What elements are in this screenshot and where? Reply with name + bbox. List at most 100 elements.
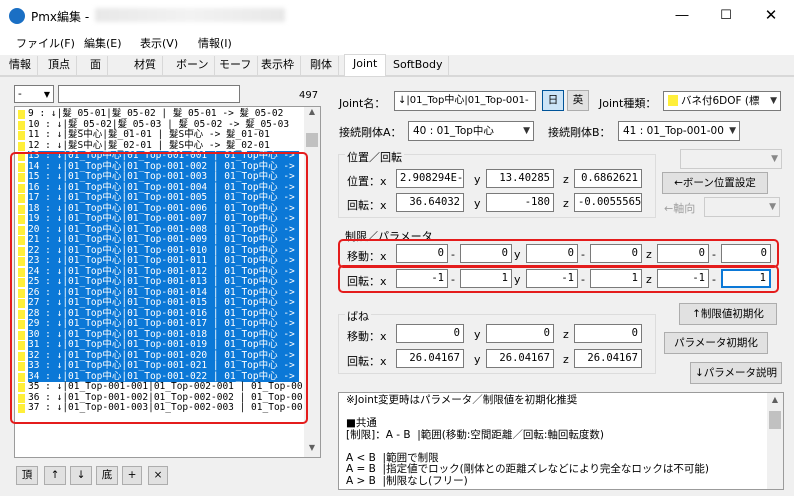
joint-name-input[interactable]: ↓|01_Top中心|01_Top-001- — [394, 91, 536, 111]
spring-rot-y-label: y — [474, 353, 481, 366]
rotation-x-input[interactable]: 36.64032 — [396, 193, 464, 212]
info-text: ※Joint変更時はパラメータ／制限値を初期化推奨 ■共通 [制限]：A - B |… — [346, 394, 709, 487]
list-up-button[interactable]: ↑ — [44, 466, 66, 485]
position-y-input[interactable]: 13.40285 — [486, 169, 554, 188]
list-item[interactable]: 11 : ↓|髮S中心|髮_01-01 | 髮S中心 -> 髮_01-01 — [15, 129, 305, 141]
joint-type-swatch — [668, 95, 678, 106]
spring-rot-z-input[interactable]: 26.04167 — [574, 349, 642, 368]
tab-morph[interactable]: モーフ — [213, 56, 259, 75]
move-z-dash: - — [712, 248, 716, 261]
info-line — [346, 441, 709, 453]
rot-y-max-input[interactable]: 1 — [590, 269, 642, 288]
joint-type-swatch — [18, 141, 25, 151]
scroll-down-icon[interactable]: ▼ — [304, 443, 320, 457]
joint-type-label: Joint種類： — [599, 97, 657, 110]
reset-params-button[interactable]: パラメータ初期化 — [664, 332, 768, 354]
info-line: [制限]：A - B |範囲(移動:空間距離／回転:軸回転度数) — [346, 428, 605, 441]
joint-type-swatch — [18, 120, 25, 130]
rot-x-max-input[interactable]: 1 — [460, 269, 512, 288]
scroll-thumb[interactable] — [306, 133, 318, 147]
spring-rot-y-input[interactable]: 26.04167 — [486, 349, 554, 368]
param-help-button[interactable]: ↓パラメータ説明 — [690, 362, 782, 384]
move-y-label: y — [514, 248, 521, 261]
tab-material[interactable]: 材質 — [128, 56, 163, 75]
list-bottom-button[interactable]: 底 — [96, 466, 118, 485]
joint-type-swatch — [18, 110, 25, 119]
rot-z-max-input[interactable]: 1 — [721, 269, 771, 288]
move-x-min-input[interactable]: 0 — [396, 244, 448, 263]
spring-rot-z-label: z — [563, 353, 569, 366]
position-x-input[interactable]: 2.908294E-0 — [396, 169, 464, 188]
spring-move-y-input[interactable]: 0 — [486, 324, 554, 343]
spring-move-x-input[interactable]: 0 — [396, 324, 464, 343]
tab-info[interactable]: 情報 — [3, 56, 38, 75]
list-add-button[interactable]: + — [122, 466, 142, 485]
minimize-button[interactable]: ― — [660, 0, 704, 31]
close-button[interactable]: ✕ — [748, 0, 794, 31]
scroll-thumb[interactable] — [769, 411, 781, 429]
chevron-down-icon: ▼ — [771, 154, 778, 164]
rot-y-min-input[interactable]: -1 — [526, 269, 578, 288]
move-z-max-input[interactable]: 0 — [721, 244, 771, 263]
list-search-input[interactable] — [58, 85, 240, 103]
reset-limits-button[interactable]: ↑制限値初期化 — [679, 303, 777, 325]
list-delete-button[interactable]: × — [148, 466, 168, 485]
scroll-up-icon[interactable]: ▲ — [304, 107, 320, 121]
list-down-button[interactable]: ↓ — [70, 466, 92, 485]
move-x-dash: - — [451, 248, 455, 261]
body-a-select[interactable]: 40 : 01_Top中心 ▼ — [408, 121, 534, 141]
rotation-z-input[interactable]: -0.00555651 — [574, 193, 642, 212]
position-z-input[interactable]: 0.6862621 — [574, 169, 642, 188]
rotation-label: 回転：x — [347, 199, 387, 212]
joint-type-select[interactable]: バネ付6DOF (標 ▼ — [663, 91, 781, 111]
chevron-down-icon: ▼ — [769, 202, 776, 212]
tab-vertex[interactable]: 頂点 — [42, 56, 77, 75]
spring-move-z-input[interactable]: 0 — [574, 324, 642, 343]
list-item-label: 11 : ↓|髮S中心|髮_01-01 | 髮S中心 -> 髮_01-01 — [28, 129, 270, 140]
position-z-label: z — [563, 173, 569, 186]
move-y-max-input[interactable]: 0 — [590, 244, 642, 263]
spring-rot-x-input[interactable]: 26.04167 — [396, 349, 464, 368]
axis-label: ←軸向 — [664, 202, 696, 215]
list-item-label: 9 : ↓|髮_05-01|髮_05-02 | 髮_05-01 -> 髮_05-… — [28, 108, 284, 119]
move-z-min-input[interactable]: 0 — [657, 244, 709, 263]
tab-joint[interactable]: Joint — [344, 54, 387, 77]
menu-edit[interactable]: 編集(E) — [84, 35, 122, 51]
info-line: ■共通 — [346, 417, 377, 429]
info-textarea[interactable]: ※Joint変更時はパラメータ／制限値を初期化推奨 ■共通 [制限]：A - B |… — [338, 392, 784, 490]
body-a-label: 接続剛体A： — [339, 126, 402, 139]
info-line: A = B |指定値でロック(剛体との距離ズレなどにより完全なロックは不可能) — [346, 463, 709, 475]
scroll-up-icon[interactable]: ▲ — [767, 395, 783, 404]
menu-file[interactable]: ファイル(F) — [16, 35, 75, 51]
jp-name-button[interactable]: 日 — [542, 90, 564, 111]
bone-select[interactable]: ▼ — [680, 149, 782, 169]
move-y-min-input[interactable]: 0 — [526, 244, 578, 263]
info-scrollbar[interactable]: ▲ — [767, 393, 783, 489]
rotation-y-input[interactable]: -180 — [486, 193, 554, 212]
list-item[interactable]: 9 : ↓|髮_05-01|髮_05-02 | 髮_05-01 -> 髮_05-… — [15, 108, 305, 120]
bone-position-button[interactable]: ←ボーン位置設定 — [662, 172, 768, 194]
en-name-button[interactable]: 英 — [567, 90, 589, 111]
rot-x-dash: - — [451, 273, 455, 286]
spring-move-z-label: z — [563, 328, 569, 341]
list-top-button[interactable]: 頂 — [16, 466, 38, 485]
spring-rot-label: 回転：x — [347, 355, 387, 368]
rot-z-min-input[interactable]: -1 — [657, 269, 709, 288]
axis-select[interactable]: ▼ — [704, 197, 780, 217]
menu-view[interactable]: 表示(V) — [140, 35, 178, 51]
maximize-button[interactable]: ☐ — [704, 0, 748, 31]
position-y-label: y — [474, 173, 481, 186]
tab-face[interactable]: 面 — [84, 56, 108, 75]
body-b-select[interactable]: 41 : 01_Top-001-00 ▼ — [618, 121, 740, 141]
position-group-label: 位置／回転 — [345, 149, 404, 165]
tab-softbody[interactable]: SoftBody — [387, 56, 450, 75]
tab-bone[interactable]: ボーン — [170, 56, 216, 75]
window-title: Pmx編集 - — [31, 10, 90, 24]
tab-display-frame[interactable]: 表示枠 — [255, 56, 301, 75]
rotation-limit-label: 回転：x — [347, 275, 387, 288]
menu-info[interactable]: 情報(I) — [198, 35, 232, 51]
tab-rigid-body[interactable]: 剛体 — [304, 56, 339, 75]
move-x-max-input[interactable]: 0 — [460, 244, 512, 263]
rot-x-min-input[interactable]: -1 — [396, 269, 448, 288]
list-filter-combo[interactable]: - ▼ — [14, 85, 54, 103]
